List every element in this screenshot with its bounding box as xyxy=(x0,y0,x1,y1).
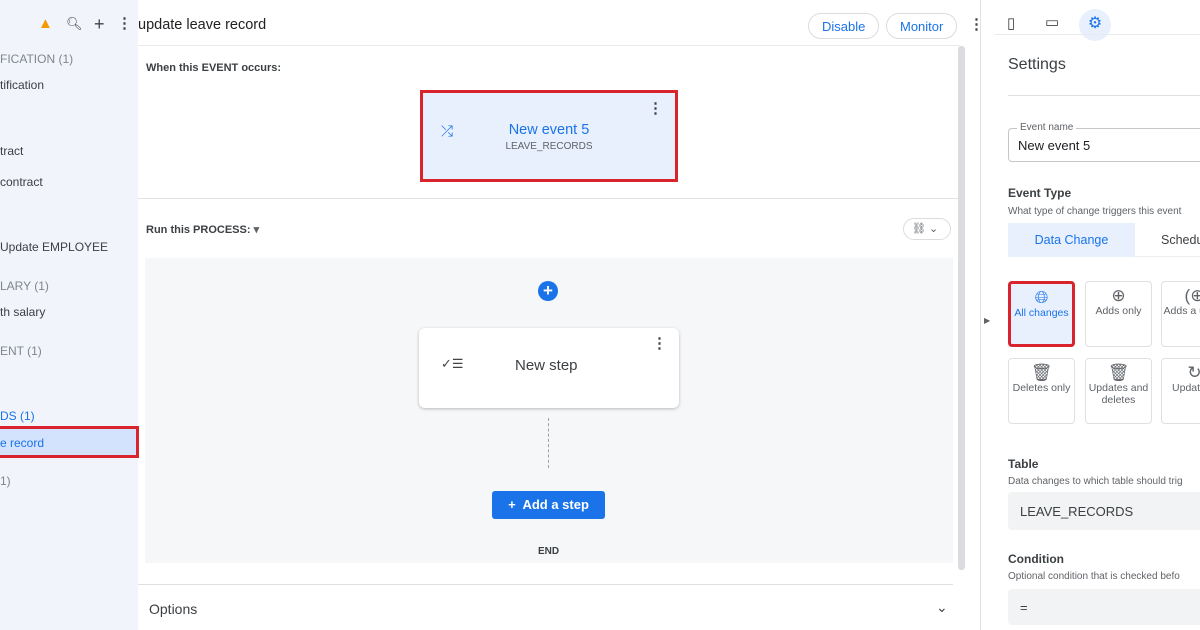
phone-icon[interactable]: ▯ xyxy=(1007,14,1015,32)
more-vert-icon[interactable]: ⋮ xyxy=(648,99,663,117)
disable-button[interactable]: Disable xyxy=(808,13,880,39)
step-card[interactable]: ✓☰ New step ⋮ xyxy=(419,328,679,408)
divider xyxy=(995,34,1200,35)
condition-label: Condition xyxy=(1008,552,1064,566)
more-vert-icon[interactable]: ⋮ xyxy=(117,14,132,32)
divider xyxy=(138,198,960,199)
event-type-desc: What type of change triggers this event xyxy=(1008,206,1182,217)
add-circle-icon[interactable]: + xyxy=(538,281,558,301)
search-icon[interactable]: 🔍︎ xyxy=(66,16,83,32)
option-label: Updat onl xyxy=(1172,382,1200,394)
condition-desc: Optional condition that is checked befo xyxy=(1008,571,1180,582)
warning-icon[interactable]: ▲ xyxy=(38,15,53,32)
option-adds-and-updates[interactable]: (⊕Adds a updat xyxy=(1161,281,1200,347)
sidebar-item[interactable]: th salary xyxy=(0,305,45,319)
event-type-label: Event Type xyxy=(1008,186,1072,200)
more-vert-icon[interactable]: ⋮ xyxy=(652,334,667,352)
event-table: LEAVE_RECORDS xyxy=(505,141,593,152)
process-heading-label: Run this PROCESS: xyxy=(146,224,251,236)
more-vert-icon[interactable]: ⋮ xyxy=(969,15,984,33)
event-heading: When this EVENT occurs: xyxy=(146,62,282,74)
step-name: New step xyxy=(515,357,578,374)
tab-data-change[interactable]: Data Change xyxy=(1008,223,1135,257)
table-select[interactable]: LEAVE_RECORDS xyxy=(1008,492,1200,530)
option-adds-only[interactable]: ⊕ Adds only xyxy=(1085,281,1152,347)
option-label: Adds a updat xyxy=(1163,305,1200,317)
option-label: Deletes only xyxy=(1012,382,1071,394)
tab-schedule[interactable]: Schedu xyxy=(1135,223,1200,257)
sidebar-group[interactable]: ENT (1) xyxy=(0,344,42,358)
option-label: Updates and deletes xyxy=(1088,382,1149,406)
add-circle-icon: ⊕ xyxy=(1111,286,1126,305)
divider xyxy=(138,584,953,585)
sidebar-group[interactable]: 1) xyxy=(0,474,11,488)
process-heading[interactable]: Run this PROCESS: ▾ xyxy=(146,223,259,236)
gear-icon[interactable]: ⚙ xyxy=(1079,9,1111,41)
event-card[interactable]: ⤮ New event 5 LEAVE_RECORDS ⋮ xyxy=(420,90,678,182)
connector-line xyxy=(548,418,549,468)
event-name: New event 5 xyxy=(508,122,590,138)
option-all-changes[interactable]: 🌐︎ All changes xyxy=(1008,281,1075,347)
monitor-button[interactable]: Monitor xyxy=(886,13,958,39)
page-title: update leave record xyxy=(138,17,267,33)
add-circle-icon: (⊕ xyxy=(1184,286,1200,305)
sidebar-group[interactable]: LARY (1) xyxy=(0,279,49,293)
add-icon[interactable]: + xyxy=(94,14,105,35)
sidebar-group[interactable]: DS (1) xyxy=(0,409,35,423)
sidebar-item[interactable]: Update EMPLOYEE xyxy=(0,240,108,254)
trash-list-icon: 🗑︎ xyxy=(1107,363,1130,382)
sidebar-item[interactable]: contract xyxy=(0,175,43,189)
sidebar-group[interactable]: FICATION (1) xyxy=(0,52,73,66)
end-label: END xyxy=(538,546,560,557)
tablet-icon[interactable]: ▭ xyxy=(1045,13,1059,31)
condition-input[interactable]: = xyxy=(1008,589,1200,625)
dropdown-icon: ▾ xyxy=(253,224,260,236)
table-label: Table xyxy=(1008,457,1039,471)
scrollbar[interactable] xyxy=(958,46,965,570)
option-updates-only[interactable]: ↻Updat onl xyxy=(1161,358,1200,424)
settings-title: Settings xyxy=(1008,56,1066,73)
divider xyxy=(138,45,960,46)
sidebar-item[interactable]: tification xyxy=(0,78,44,92)
link-toggle-button[interactable]: ⛓︎ ⌄ xyxy=(903,218,951,240)
option-updates-and-deletes[interactable]: 🗑︎ Updates and deletes xyxy=(1085,358,1152,424)
table-desc: Data changes to which table should trig xyxy=(1008,476,1183,487)
add-step-label: Add a step xyxy=(522,497,589,512)
option-deletes-only[interactable]: 🗑︎ Deletes only xyxy=(1008,358,1075,424)
divider xyxy=(980,0,981,630)
checklist-icon: ✓☰ xyxy=(441,356,464,371)
divider xyxy=(1008,95,1200,96)
event-name-value: New event 5 xyxy=(1018,138,1091,153)
globe-icon: 🌐︎ xyxy=(1034,288,1049,307)
option-label: All changes xyxy=(1014,307,1069,319)
event-name-field[interactable]: Event name New event 5 xyxy=(1008,122,1200,162)
expand-arrow-icon[interactable]: ▶ xyxy=(984,316,990,325)
trash-icon: 🗑︎ xyxy=(1030,363,1053,382)
settings-panel: ▯ ▭ ⚙ Settings Event name New event 5 Ev… xyxy=(995,0,1200,630)
sidebar: ▲ 🔍︎ + ⋮ FICATION (1) tification tract c… xyxy=(0,0,139,630)
sidebar-item[interactable]: tract xyxy=(0,144,23,158)
add-step-button[interactable]: + Add a step xyxy=(492,491,605,519)
event-name-label: Event name xyxy=(1017,122,1077,133)
shuffle-icon: ⤮ xyxy=(441,123,454,140)
option-label: Adds only xyxy=(1095,305,1142,317)
sidebar-item-selected[interactable]: e record xyxy=(0,426,139,458)
refresh-icon: ↻ xyxy=(1162,364,1200,381)
chevron-down-icon[interactable]: ⌄ xyxy=(936,599,948,616)
options-section[interactable]: Options xyxy=(149,601,197,617)
